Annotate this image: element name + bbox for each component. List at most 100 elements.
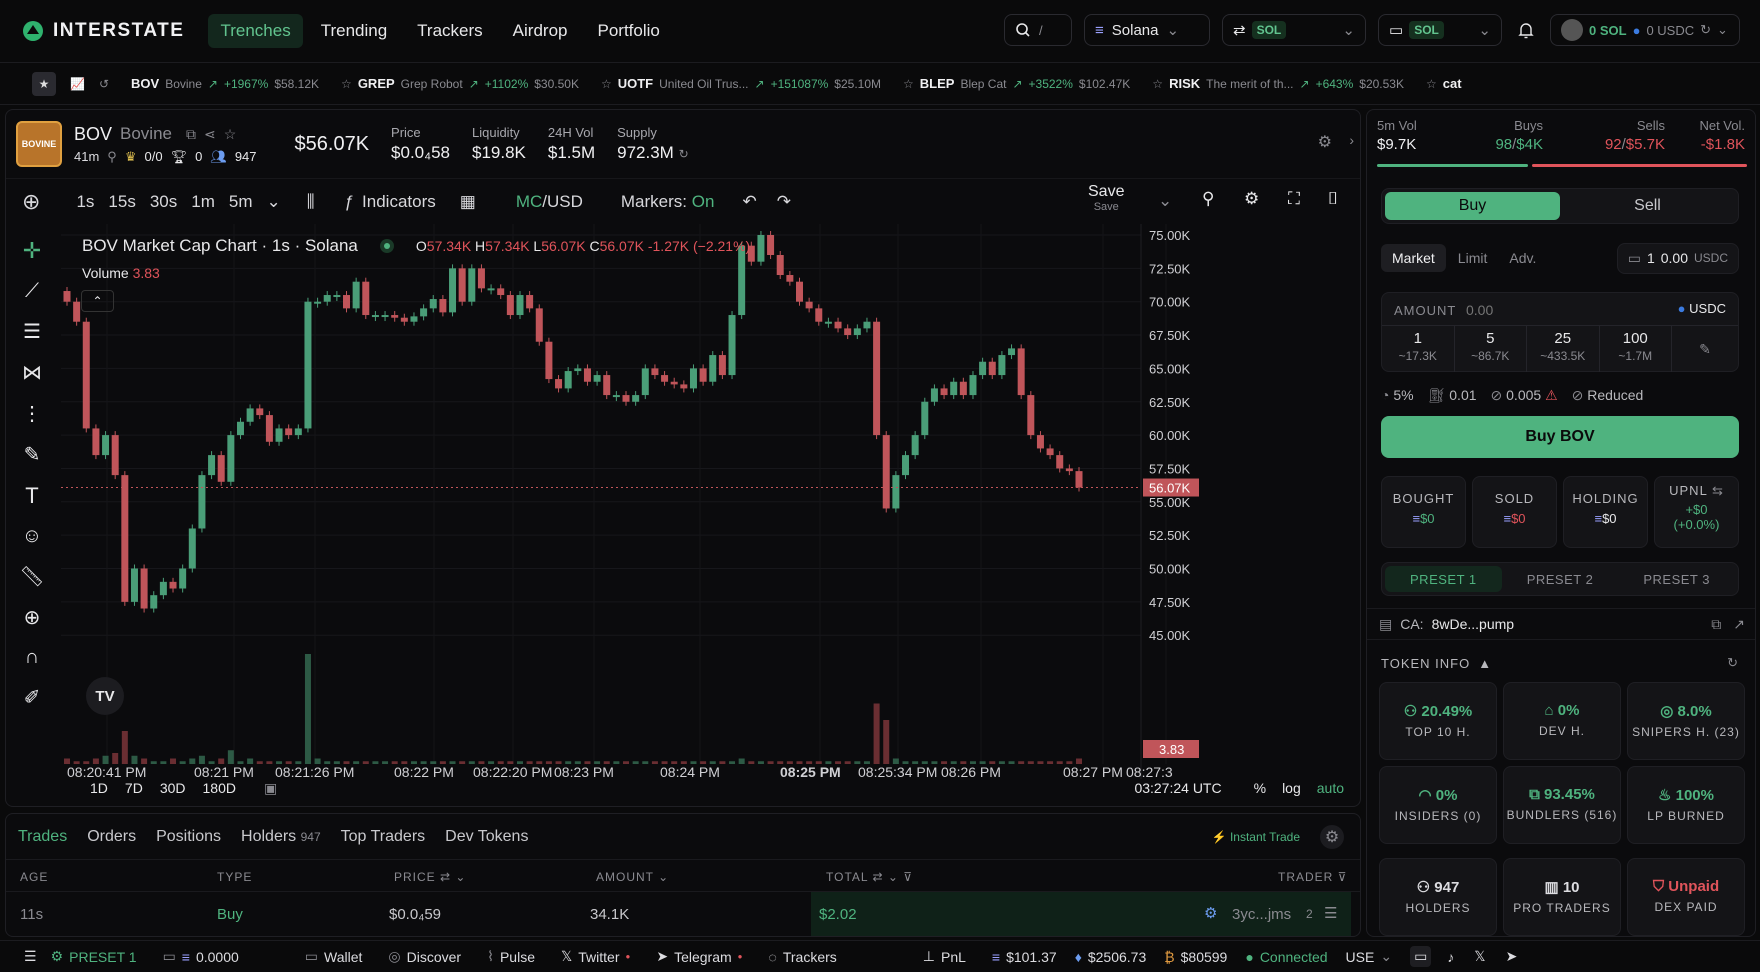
copy-icon[interactable]: ⧉ — [1711, 616, 1721, 633]
text-icon[interactable]: T — [25, 483, 38, 509]
ticker-item[interactable]: ☆ BLEP Blep Cat ↗ +3522% $102.47K — [903, 76, 1130, 91]
add-icon[interactable]: ⊕ — [22, 189, 40, 215]
ruler-icon[interactable]: 📏︎ — [19, 564, 44, 589]
range-7d[interactable]: 7D — [125, 780, 143, 796]
tab-orders[interactable]: Orders — [87, 828, 136, 846]
nav-trenches[interactable]: Trenches — [208, 14, 303, 48]
tab-trades[interactable]: Trades — [18, 828, 67, 846]
edit-icon[interactable]: ✎ — [1672, 326, 1738, 372]
pattern-icon[interactable]: ⋈ — [22, 360, 42, 385]
bell-icon[interactable]: ♪ — [1447, 949, 1454, 965]
footer-telegram[interactable]: ➤ Telegram ● — [656, 948, 742, 965]
nav-trending[interactable]: Trending — [309, 14, 399, 48]
layout-icon[interactable]: ▭ — [1410, 946, 1432, 967]
col-type[interactable]: TYPE — [217, 870, 252, 884]
external-link-icon[interactable]: ↗ — [1733, 616, 1745, 633]
candle-type-icon[interactable]: ⫼ — [307, 192, 315, 212]
camera-icon[interactable]: ⌷ — [1328, 189, 1338, 209]
settings-icon[interactable]: ⚙ — [1320, 824, 1344, 849]
bribe-fee[interactable]: ⊘ 0.005 ⚠ — [1491, 387, 1558, 404]
footer-pnl[interactable]: ⊥ PnL — [923, 948, 966, 965]
nav-portfolio[interactable]: Portfolio — [585, 14, 671, 48]
tab-top-traders[interactable]: Top Traders — [341, 828, 425, 846]
wallet-select[interactable]: ▭ SOL ⌄ — [1378, 14, 1502, 46]
copy-icon[interactable]: ⧉ — [186, 126, 196, 143]
footer-wallet[interactable]: ▭ Wallet — [305, 948, 363, 965]
undo-icon[interactable]: ↶ — [742, 192, 756, 212]
ticker-item[interactable]: ☆ cat — [1426, 76, 1462, 91]
magic-icon[interactable]: ⚲ — [1202, 189, 1214, 209]
search-icon[interactable]: ⚲ — [107, 149, 117, 165]
footer-balance[interactable]: ▭ ≡ 0.0000 — [163, 948, 239, 965]
auto-toggle[interactable]: auto — [1317, 780, 1344, 796]
account-balance[interactable]: 0 SOL ● 0 USDC ↻ ⌄ — [1550, 14, 1740, 46]
x-icon[interactable]: 𝕏 — [1474, 948, 1485, 965]
nav-trackers[interactable]: Trackers — [405, 14, 495, 48]
interval-5m[interactable]: 5m — [229, 192, 253, 212]
collapse-icon[interactable]: › — [1349, 132, 1354, 148]
star-icon[interactable]: ★ — [32, 71, 56, 96]
redo-icon[interactable]: ↷ — [777, 192, 791, 212]
footer-twitter[interactable]: 𝕏 Twitter ● — [561, 948, 630, 965]
refresh-icon[interactable]: ↻ — [1700, 22, 1711, 38]
quick-amount-5[interactable]: 5 ~86.7K — [1455, 326, 1527, 372]
tab-holders[interactable]: Holders 947 — [241, 828, 321, 846]
footer-discover[interactable]: ◎ Discover — [388, 948, 461, 965]
fx-icon[interactable]: ƒ — [345, 192, 354, 212]
app-logo[interactable]: INTERSTATE — [22, 20, 184, 42]
chart-icon[interactable]: 📈 — [70, 77, 85, 91]
ca-value[interactable]: 8wDe...pump — [1432, 616, 1514, 632]
preset-3-tab[interactable]: PRESET 3 — [1618, 566, 1735, 592]
interval-30s[interactable]: 30s — [150, 192, 177, 212]
fullscreen-icon[interactable]: ⛶ — [1288, 189, 1300, 209]
col-trader[interactable]: TRADER ⊽ — [1278, 870, 1347, 884]
settings-icon[interactable]: ⚙ — [1244, 189, 1259, 209]
tradingview-logo[interactable]: TV — [86, 677, 124, 715]
quick-amount-1[interactable]: 1 ~17.3K — [1382, 326, 1455, 372]
col-total[interactable]: TOTAL ⇄ ⌄ ⊽ — [826, 870, 913, 884]
fib-icon[interactable]: ☰ — [23, 319, 41, 344]
col-amount[interactable]: AMOUNT ⌄ — [596, 870, 669, 884]
history-icon[interactable]: ↺ — [99, 77, 109, 91]
settings-icon[interactable]: ⚙ — [1318, 132, 1332, 152]
mc-usd-toggle[interactable]: MC/USD — [516, 192, 583, 212]
footer-trackers[interactable]: ◌ Trackers — [769, 949, 837, 965]
list-icon[interactable]: ☰ — [1324, 904, 1337, 922]
refresh-icon[interactable]: ↻ — [1727, 655, 1739, 671]
emoji-icon[interactable]: ☺ — [22, 525, 42, 548]
layout-icon[interactable]: ▦ — [460, 192, 476, 212]
nav-airdrop[interactable]: Airdrop — [501, 14, 580, 48]
ticker-item[interactable]: ☆ RISK The merit of th... ↗ +643% $20.53K — [1152, 76, 1404, 91]
buy-button[interactable]: Buy BOV — [1381, 416, 1739, 458]
chevron-down-icon[interactable]: ⌄ — [1158, 191, 1172, 211]
date-range-icon[interactable]: ▣ — [264, 780, 277, 797]
quick-amount-100[interactable]: 100 ~1.7M — [1600, 326, 1672, 372]
search-button[interactable]: / — [1004, 14, 1072, 46]
save-button[interactable]: Save Save — [1088, 183, 1124, 213]
log-toggle[interactable]: log — [1282, 780, 1301, 796]
range-30d[interactable]: 30D — [160, 780, 186, 796]
zoom-icon[interactable]: ⊕ — [24, 605, 41, 630]
ticker-item[interactable]: BOV Bovine ↗ +1967% $58.12K — [131, 76, 319, 91]
col-price[interactable]: PRICE ⇄ ⌄ — [394, 870, 466, 884]
star-icon[interactable]: ☆ — [224, 126, 237, 143]
col-age[interactable]: AGE — [20, 870, 48, 884]
order-limit[interactable]: Limit — [1458, 250, 1488, 266]
usdc-balance-chip[interactable]: ▭ 1 0.00 USDC — [1616, 242, 1739, 274]
currency-select[interactable]: USE ⌄ — [1346, 948, 1393, 965]
projection-icon[interactable]: ⋮ — [22, 401, 42, 426]
preset-1-tab[interactable]: PRESET 1 — [1385, 566, 1502, 592]
swap-select[interactable]: ⇄ SOL ⌄ — [1222, 14, 1366, 46]
preset-2-tab[interactable]: PRESET 2 — [1502, 566, 1619, 592]
price-chart[interactable]: 77.50K75.00K72.50K70.00K67.50K65.00K62.5… — [61, 224, 1358, 779]
ticker-item[interactable]: ☆ GREP Grep Robot ↗ +1102% $30.50K — [341, 76, 579, 91]
markers-toggle[interactable]: Markers: On — [621, 192, 715, 212]
quick-amount-25[interactable]: 25 ~433.5K — [1527, 326, 1600, 372]
sell-tab[interactable]: Sell — [1560, 192, 1735, 220]
menu-icon[interactable]: ☰ — [24, 948, 37, 965]
trendline-icon[interactable]: ⟋ — [25, 280, 39, 303]
brush-icon[interactable]: ✎ — [24, 442, 41, 467]
trade-trader[interactable]: 3yc...jms — [1232, 906, 1291, 923]
slippage[interactable]: ◔ 5% — [1381, 387, 1414, 403]
amount-input[interactable] — [1466, 299, 1636, 321]
